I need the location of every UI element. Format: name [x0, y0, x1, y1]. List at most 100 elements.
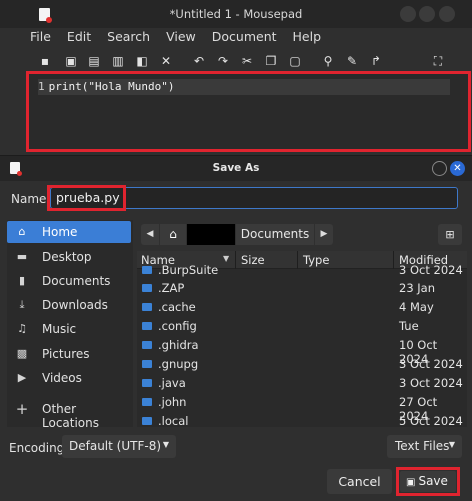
- encoding-select[interactable]: Default (UTF-8) ▼: [62, 435, 176, 458]
- file-name: .java: [158, 376, 186, 390]
- file-modified: 3 Oct 2024: [399, 376, 463, 390]
- menu-file[interactable]: File: [30, 29, 51, 47]
- redacted-path-segment[interactable]: [187, 224, 235, 245]
- file-row[interactable]: .gnupg 3 Oct 2024: [137, 355, 467, 374]
- documents-icon: ▮: [18, 274, 26, 287]
- editor-titlebar: *Untitled 1 - Mousepad: [0, 0, 472, 28]
- menu-document[interactable]: Document: [212, 29, 277, 47]
- close-window-button[interactable]: [439, 6, 455, 22]
- dialog-close-button[interactable]: ✕: [450, 161, 465, 176]
- sidebar-item-label: Pictures: [42, 347, 90, 361]
- sidebar-item-label: Desktop: [42, 250, 92, 264]
- menu-view[interactable]: View: [166, 29, 196, 47]
- file-type-select[interactable]: Text Files ▼: [387, 435, 462, 458]
- editor-window: *Untitled 1 - Mousepad File Edit Search …: [0, 0, 472, 155]
- new-window-icon[interactable]: ▣: [63, 53, 79, 69]
- sidebar-item-other-locations[interactable]: + Other Locations: [7, 398, 131, 431]
- current-line[interactable]: 1 print("Hola Mundo"): [38, 79, 450, 95]
- file-row[interactable]: .ZAP 23 Jan: [137, 279, 467, 298]
- folder-icon: [142, 398, 152, 406]
- dialog-minimize-button[interactable]: [432, 161, 447, 176]
- paste-icon[interactable]: ▢: [287, 53, 303, 69]
- file-name: .gnupg: [158, 357, 199, 371]
- menu-search[interactable]: Search: [107, 29, 150, 47]
- sidebar-item-downloads[interactable]: ⤓ Downloads: [7, 294, 131, 316]
- path-back-button[interactable]: ◀: [141, 224, 159, 245]
- new-folder-button[interactable]: ⊞: [438, 224, 462, 245]
- path-bar: ◀ ⌂ Documents ▶ ⊞: [141, 224, 463, 245]
- file-name: .BurpSuite: [158, 263, 219, 277]
- redo-icon[interactable]: ↷: [215, 53, 231, 69]
- downloads-icon: ⤓: [19, 298, 25, 311]
- sidebar-item-desktop[interactable]: ▬ Desktop: [7, 246, 131, 268]
- sidebar-item-label: Other Locations: [42, 402, 100, 430]
- folder-icon: [142, 303, 152, 311]
- sidebar-item-documents[interactable]: ▮ Documents: [7, 270, 131, 292]
- filename-value[interactable]: prueba.py: [47, 185, 126, 211]
- save-icon[interactable]: ▤: [86, 53, 102, 69]
- name-label: Name:: [11, 192, 51, 206]
- menu-help[interactable]: Help: [293, 29, 322, 47]
- file-modified: 23 Jan: [399, 281, 436, 295]
- save-as-icon[interactable]: ▥: [110, 53, 126, 69]
- sidebar-item-label: Home: [42, 225, 78, 239]
- fullscreen-icon[interactable]: ⛶: [430, 53, 446, 69]
- replace-icon[interactable]: ✎: [344, 53, 360, 69]
- home-icon: ⌂: [18, 225, 26, 238]
- undo-icon[interactable]: ↶: [191, 53, 207, 69]
- folder-icon: [142, 379, 152, 387]
- save-label: Save: [418, 474, 448, 488]
- file-row[interactable]: .config Tue: [137, 317, 467, 336]
- sidebar-item-home[interactable]: ⌂ Home: [7, 221, 131, 243]
- copy-icon[interactable]: ❐: [263, 53, 279, 69]
- search-icon[interactable]: ⚲: [320, 53, 336, 69]
- sidebar-item-music[interactable]: ♫ Music: [7, 318, 131, 340]
- maximize-button[interactable]: [419, 6, 435, 22]
- path-documents-button[interactable]: Documents: [236, 224, 314, 245]
- sidebar-item-pictures[interactable]: ▩ Pictures: [7, 343, 131, 365]
- sidebar-item-videos[interactable]: ▶ Videos: [7, 367, 131, 389]
- file-row[interactable]: .cache 4 May: [137, 298, 467, 317]
- videos-icon: ▶: [17, 371, 27, 384]
- goto-icon[interactable]: ↱: [368, 53, 384, 69]
- file-row[interactable]: .java 3 Oct 2024: [137, 374, 467, 393]
- folder-icon: [142, 284, 152, 292]
- file-name: .john: [158, 395, 187, 409]
- chevron-left-icon: ◀: [146, 229, 154, 239]
- folder-icon: [142, 322, 152, 330]
- plus-icon: +: [15, 400, 29, 418]
- new-file-icon[interactable]: ▪: [37, 53, 53, 69]
- places-sidebar: ⌂ Home ▬ Desktop ▮ Documents ⤓ Downloads…: [7, 220, 133, 431]
- minimize-button[interactable]: [400, 6, 416, 22]
- dialog-title: Save As: [212, 162, 260, 174]
- file-name: .ZAP: [158, 281, 185, 295]
- path-home-button[interactable]: ⌂: [160, 224, 186, 245]
- dialog-titlebar: Save As ✕: [0, 156, 472, 181]
- file-row[interactable]: .local 5 Oct 2024: [137, 412, 467, 427]
- file-type-value: Text Files: [395, 439, 450, 453]
- file-row[interactable]: .ghidra 10 Oct 2024: [137, 336, 467, 366]
- cut-icon[interactable]: ✂: [239, 53, 255, 69]
- menu-bar: File Edit Search View Document Help: [30, 29, 337, 47]
- file-modified: Tue: [399, 319, 419, 333]
- chevron-down-icon: ▼: [448, 440, 455, 449]
- desktop-icon: ▬: [16, 250, 28, 263]
- open-icon[interactable]: ◧: [134, 53, 150, 69]
- menu-edit[interactable]: Edit: [67, 29, 91, 47]
- file-modified: 5 Oct 2024: [399, 414, 463, 427]
- file-name: .config: [158, 319, 197, 333]
- file-row[interactable]: .john 27 Oct 2024: [137, 393, 467, 423]
- file-modified: 3 Oct 2024: [399, 357, 463, 371]
- sidebar-item-label: Music: [42, 322, 77, 336]
- cancel-button[interactable]: Cancel: [327, 469, 392, 494]
- save-button[interactable]: ▣ Save: [400, 471, 456, 492]
- text-editor-area[interactable]: 1 print("Hola Mundo"): [26, 71, 471, 152]
- path-forward-button[interactable]: ▶: [315, 224, 333, 245]
- folder-icon: [142, 417, 152, 425]
- file-list[interactable]: Name ▼ Size Type Modified .BurpSuite 3 Oc…: [137, 251, 467, 427]
- editor-toolbar: ▪ ▣ ▤ ▥ ◧ ✕ ↶ ↷ ✂ ❐ ▢ ⚲ ✎ ↱ ⛶: [30, 53, 472, 71]
- file-row[interactable]: .BurpSuite 3 Oct 2024: [137, 261, 467, 280]
- close-icon[interactable]: ✕: [158, 53, 174, 69]
- encoding-label: Encoding:: [9, 441, 69, 455]
- music-icon: ♫: [17, 322, 27, 335]
